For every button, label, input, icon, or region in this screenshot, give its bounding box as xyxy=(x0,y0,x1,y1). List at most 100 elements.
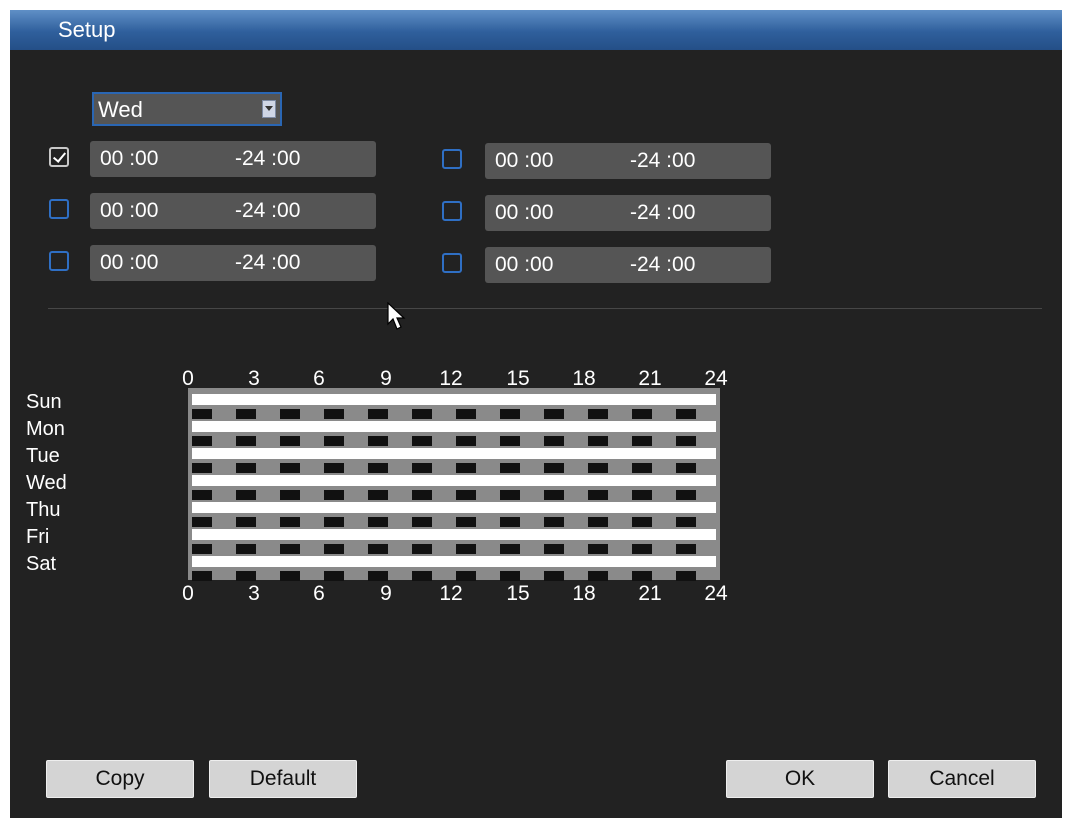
schedule-row-sun[interactable] xyxy=(192,394,716,405)
period-5-start[interactable]: 00 :00 xyxy=(495,201,553,225)
schedule-cell[interactable] xyxy=(192,490,212,500)
schedule-cell[interactable] xyxy=(192,517,212,527)
period-3-end[interactable]: -24 :00 xyxy=(235,251,300,275)
schedule-cell[interactable] xyxy=(632,517,652,527)
period-2-time-field[interactable]: 00 :00 -24 :00 xyxy=(90,193,376,229)
schedule-cell[interactable] xyxy=(412,490,432,500)
schedule-cell[interactable] xyxy=(412,409,432,419)
schedule-row-wed[interactable] xyxy=(192,475,716,486)
period-6-time-field[interactable]: 00 :00 -24 :00 xyxy=(485,247,771,283)
schedule-cell[interactable] xyxy=(236,517,256,527)
dropdown-arrow-icon[interactable] xyxy=(262,100,276,118)
schedule-cell[interactable] xyxy=(588,544,608,554)
default-button[interactable]: Default xyxy=(209,760,357,798)
schedule-cell[interactable] xyxy=(456,517,476,527)
period-1-end[interactable]: -24 :00 xyxy=(235,147,300,171)
period-6-start[interactable]: 00 :00 xyxy=(495,253,553,277)
schedule-cell[interactable] xyxy=(676,463,696,473)
copy-button[interactable]: Copy xyxy=(46,760,194,798)
schedule-cell[interactable] xyxy=(324,436,344,446)
schedule-cell[interactable] xyxy=(500,517,520,527)
schedule-cell[interactable] xyxy=(192,571,212,581)
ok-button[interactable]: OK xyxy=(726,760,874,798)
schedule-cell[interactable] xyxy=(412,463,432,473)
schedule-cell[interactable] xyxy=(544,517,564,527)
period-2-start[interactable]: 00 :00 xyxy=(100,199,158,223)
schedule-cell[interactable] xyxy=(588,490,608,500)
schedule-cell[interactable] xyxy=(324,571,344,581)
schedule-cell[interactable] xyxy=(412,544,432,554)
schedule-cell[interactable] xyxy=(236,490,256,500)
period-3-time-field[interactable]: 00 :00 -24 :00 xyxy=(90,245,376,281)
cancel-button[interactable]: Cancel xyxy=(888,760,1036,798)
schedule-row-fri[interactable] xyxy=(192,529,716,540)
schedule-cell[interactable] xyxy=(544,463,564,473)
schedule-cell[interactable] xyxy=(632,463,652,473)
schedule-row-tue[interactable] xyxy=(192,448,716,459)
schedule-cell[interactable] xyxy=(324,409,344,419)
schedule-cell[interactable] xyxy=(280,463,300,473)
schedule-cell[interactable] xyxy=(456,544,476,554)
schedule-cell[interactable] xyxy=(676,544,696,554)
schedule-cell[interactable] xyxy=(236,409,256,419)
schedule-cell[interactable] xyxy=(280,436,300,446)
schedule-cell[interactable] xyxy=(368,517,388,527)
schedule-cell[interactable] xyxy=(588,436,608,446)
schedule-cell[interactable] xyxy=(632,490,652,500)
schedule-cell[interactable] xyxy=(588,571,608,581)
period-4-end[interactable]: -24 :00 xyxy=(630,149,695,173)
schedule-cell[interactable] xyxy=(192,463,212,473)
schedule-cell[interactable] xyxy=(544,571,564,581)
schedule-cell[interactable] xyxy=(632,571,652,581)
schedule-cell[interactable] xyxy=(544,409,564,419)
weekly-schedule-grid[interactable] xyxy=(188,388,720,581)
period-6-checkbox[interactable] xyxy=(442,253,462,273)
schedule-cell[interactable] xyxy=(280,517,300,527)
period-4-time-field[interactable]: 00 :00 -24 :00 xyxy=(485,143,771,179)
schedule-cell[interactable] xyxy=(324,517,344,527)
period-2-end[interactable]: -24 :00 xyxy=(235,199,300,223)
period-5-end[interactable]: -24 :00 xyxy=(630,201,695,225)
schedule-cell[interactable] xyxy=(236,463,256,473)
schedule-cell[interactable] xyxy=(368,463,388,473)
schedule-cell[interactable] xyxy=(412,571,432,581)
period-3-checkbox[interactable] xyxy=(49,251,69,271)
schedule-cell[interactable] xyxy=(544,436,564,446)
period-1-start[interactable]: 00 :00 xyxy=(100,147,158,171)
schedule-cell[interactable] xyxy=(632,409,652,419)
schedule-row-thu[interactable] xyxy=(192,502,716,513)
period-2-checkbox[interactable] xyxy=(49,199,69,219)
schedule-cell[interactable] xyxy=(236,571,256,581)
schedule-cell[interactable] xyxy=(368,544,388,554)
schedule-cell[interactable] xyxy=(368,571,388,581)
schedule-cell[interactable] xyxy=(676,517,696,527)
period-3-start[interactable]: 00 :00 xyxy=(100,251,158,275)
schedule-cell[interactable] xyxy=(456,571,476,581)
schedule-cell[interactable] xyxy=(412,436,432,446)
schedule-cell[interactable] xyxy=(324,490,344,500)
schedule-cell[interactable] xyxy=(500,490,520,500)
schedule-cell[interactable] xyxy=(544,544,564,554)
schedule-cell[interactable] xyxy=(676,409,696,419)
schedule-row-mon[interactable] xyxy=(192,421,716,432)
schedule-cell[interactable] xyxy=(280,490,300,500)
period-6-end[interactable]: -24 :00 xyxy=(630,253,695,277)
schedule-cell[interactable] xyxy=(192,436,212,446)
schedule-cell[interactable] xyxy=(456,490,476,500)
schedule-cell[interactable] xyxy=(324,463,344,473)
schedule-cell[interactable] xyxy=(500,409,520,419)
schedule-row-sat[interactable] xyxy=(192,556,716,567)
schedule-cell[interactable] xyxy=(588,409,608,419)
schedule-cell[interactable] xyxy=(280,571,300,581)
schedule-cell[interactable] xyxy=(192,544,212,554)
schedule-cell[interactable] xyxy=(588,463,608,473)
schedule-cell[interactable] xyxy=(236,544,256,554)
schedule-cell[interactable] xyxy=(500,544,520,554)
schedule-cell[interactable] xyxy=(412,517,432,527)
period-4-start[interactable]: 00 :00 xyxy=(495,149,553,173)
schedule-cell[interactable] xyxy=(324,544,344,554)
schedule-cell[interactable] xyxy=(588,517,608,527)
period-1-checkbox[interactable] xyxy=(49,147,69,167)
schedule-cell[interactable] xyxy=(280,409,300,419)
schedule-cell[interactable] xyxy=(236,436,256,446)
